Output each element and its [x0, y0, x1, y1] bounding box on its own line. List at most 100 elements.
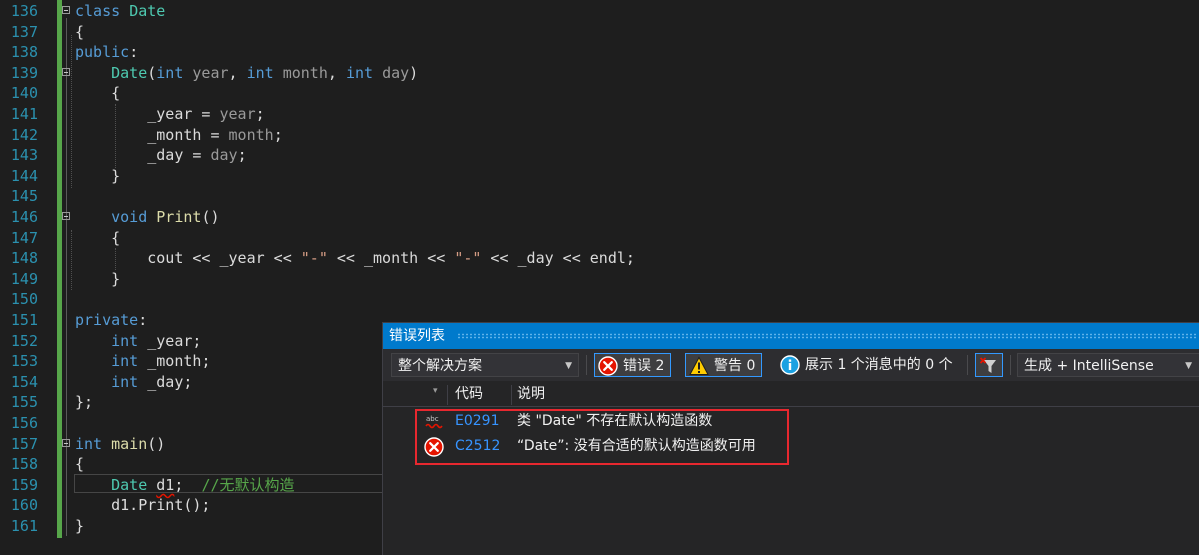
line-number: 154 [10, 372, 38, 391]
build-filter-dropdown[interactable]: 生成 + IntelliSense ▼ [1017, 353, 1199, 377]
line-number: 152 [10, 331, 38, 350]
code-text: public: [75, 43, 139, 62]
code-text: int _day; [111, 372, 193, 391]
code-text: } [75, 517, 85, 535]
warnings-filter-label: 警告 0 [714, 358, 756, 374]
toolbar-separator [1010, 355, 1011, 375]
scope-dropdown[interactable]: 整个解决方案 ▼ [391, 353, 579, 377]
code-text: int _year; [111, 331, 202, 350]
code-line[interactable]: 147 { [0, 228, 1199, 249]
line-number: 139 [10, 63, 38, 82]
code-text: int main() [75, 434, 166, 453]
code-text: Date d1; //无默认构造 [111, 475, 295, 494]
svg-text:abc: abc [426, 415, 439, 423]
code-line[interactable]: 139 Date(int year, int month, int day) [0, 63, 1199, 84]
code-text: Date(int year, int month, int day) [111, 63, 419, 82]
code-line[interactable]: 148 cout << _year << "-" << _month << "-… [0, 248, 1199, 269]
line-number: 136 [10, 2, 38, 20]
scope-dropdown-value: 整个解决方案 [398, 358, 482, 374]
error-code-link[interactable]: C2512 [455, 434, 500, 459]
code-line[interactable]: 146 void Print() [0, 207, 1199, 228]
errors-filter-label: 错误 2 [623, 358, 665, 374]
line-number: 144 [10, 166, 38, 185]
chevron-down-icon: ▼ [565, 361, 572, 371]
error-row[interactable]: C2512 “Date”: 没有合适的默认构造函数可用 [383, 434, 1199, 459]
warning-triangle-icon [689, 356, 709, 375]
code-text: _month = month; [147, 125, 283, 144]
collapse-icon[interactable] [62, 212, 70, 220]
line-number: 157 [10, 434, 38, 453]
code-text: _day = day; [147, 146, 247, 165]
error-list-toolbar: 整个解决方案 ▼ 错误 2 警告 0 展示 1 个消息中的 0 个 生成 + I… [383, 349, 1199, 381]
line-number: 143 [10, 146, 38, 165]
code-text: } [75, 166, 121, 185]
errors-filter-button[interactable]: 错误 2 [594, 353, 672, 377]
code-line[interactable]: 150 [0, 289, 1199, 310]
code-text: int _month; [111, 352, 211, 371]
line-number: 160 [10, 496, 38, 515]
code-line[interactable]: 142 _month = month; [0, 125, 1199, 146]
line-number: 146 [10, 208, 38, 226]
code-line[interactable]: 145 [0, 186, 1199, 207]
line-number: 142 [10, 125, 38, 144]
line-number: 149 [10, 269, 38, 288]
code-line[interactable]: 144 } [0, 166, 1199, 187]
line-number: 156 [10, 414, 38, 432]
chevron-down-icon: ▼ [1185, 361, 1192, 371]
panel-title-bar[interactable]: 错误列表 [383, 323, 1199, 349]
code-text: { [75, 84, 121, 103]
column-separator[interactable] [447, 385, 448, 405]
code-text: void Print() [111, 208, 220, 226]
code-line[interactable]: 137 { [0, 22, 1199, 43]
messages-filter-button[interactable]: 展示 1 个消息中的 0 个 [777, 353, 953, 377]
code-text: { [75, 228, 121, 247]
collapse-icon[interactable] [62, 67, 70, 76]
error-list-panel: 错误列表 整个解决方案 ▼ 错误 2 警告 0 展示 1 个消息中的 0 个 生… [382, 322, 1199, 555]
line-number: 158 [10, 455, 38, 474]
info-icon [780, 355, 800, 375]
error-description: 类 "Date" 不存在默认构造函数 [517, 413, 713, 429]
drag-grip[interactable] [457, 333, 1196, 339]
build-filter-value: 生成 + IntelliSense [1024, 358, 1154, 374]
clear-filter-button[interactable] [975, 353, 1003, 377]
code-line[interactable]: 141 _year = year; [0, 104, 1199, 125]
messages-filter-label: 展示 1 个消息中的 0 个 [805, 357, 953, 373]
column-header-description[interactable]: 说明 [517, 381, 545, 407]
collapse-icon[interactable] [62, 6, 70, 14]
line-number: 153 [10, 352, 38, 371]
warnings-filter-button[interactable]: 警告 0 [685, 353, 763, 377]
code-text: } [75, 269, 121, 288]
error-list-header: ▾ 代码 说明 [383, 381, 1199, 407]
line-number: 141 [10, 105, 38, 123]
intellisense-squiggle-icon: abc [425, 415, 443, 429]
line-number: 161 [10, 517, 38, 535]
toolbar-separator [586, 355, 587, 375]
line-number: 137 [10, 22, 38, 41]
line-number: 145 [10, 187, 38, 206]
line-number: 155 [10, 393, 38, 412]
error-circle-icon [424, 437, 444, 457]
code-text: d1.Print(); [111, 496, 211, 515]
code-text: class Date [75, 2, 166, 20]
code-text: }; [75, 393, 94, 412]
error-code-link[interactable]: E0291 [455, 409, 499, 434]
filter-clear-icon [979, 357, 996, 373]
code-line[interactable]: 143 _day = day; [0, 145, 1199, 166]
collapse-icon[interactable] [62, 438, 70, 447]
line-number: 151 [10, 311, 38, 329]
sort-icon[interactable]: ▾ [433, 378, 438, 404]
code-line[interactable]: 138 public: [0, 42, 1199, 63]
code-text: { [75, 455, 85, 474]
error-row[interactable]: abc E0291 类 "Date" 不存在默认构造函数 [383, 409, 1199, 434]
code-line[interactable]: 149 } [0, 269, 1199, 290]
code-line[interactable]: 140 { [0, 83, 1199, 104]
line-number: 148 [10, 249, 38, 268]
line-number: 159 [10, 475, 38, 494]
line-number: 138 [10, 43, 38, 62]
column-header-code[interactable]: 代码 [455, 381, 483, 407]
code-text: _year = year; [147, 105, 265, 123]
panel-title: 错误列表 [389, 328, 445, 344]
code-line[interactable]: 136 class Date [0, 1, 1199, 22]
toolbar-separator [967, 355, 968, 375]
column-separator[interactable] [511, 385, 512, 405]
